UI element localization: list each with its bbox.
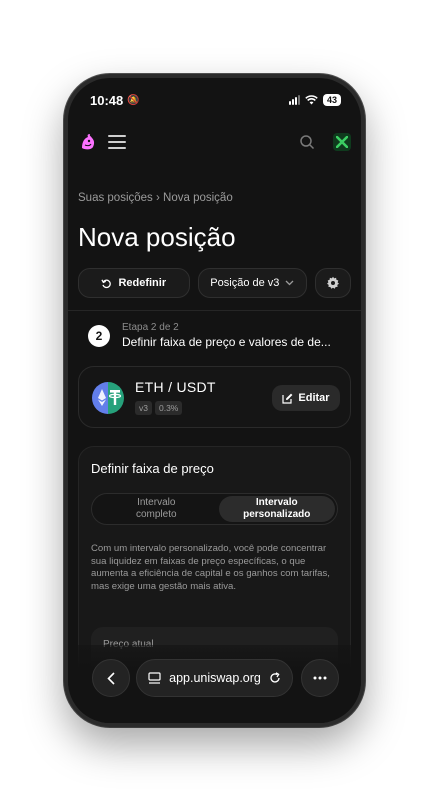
reload-icon[interactable] (269, 672, 281, 684)
avatar-icon (336, 136, 348, 148)
step-text: Etapa 2 de 2 Definir faixa de preço e va… (122, 322, 336, 349)
browser-bottom-bar: app.uniswap.org (68, 645, 361, 723)
gear-icon (327, 276, 340, 289)
full-range-option[interactable]: Intervalo completo (94, 496, 219, 522)
top-nav (78, 130, 351, 154)
battery-icon: 43 (322, 94, 341, 106)
breadcrumb-separator: › (156, 192, 160, 204)
range-mode-toggle: Intervalo completo Intervalo personaliza… (91, 493, 338, 525)
step-label: Etapa 2 de 2 (122, 322, 179, 333)
custom-range-option[interactable]: Intervalo personalizado (218, 496, 335, 522)
status-time: 10:48 (90, 92, 124, 108)
range-description: Com um intervalo personalizado, você pod… (91, 543, 330, 592)
page-title: Nova posição (78, 222, 236, 252)
reset-icon (101, 279, 112, 288)
nav-right (299, 133, 351, 151)
uniswap-logo-icon[interactable] (78, 132, 98, 152)
nav-left (78, 132, 126, 152)
tab-icon (148, 672, 161, 684)
settings-button[interactable] (315, 268, 351, 298)
stage: 10:48 🔕 43 Suas posições › Nova posição … (0, 0, 428, 808)
url-text: app.uniswap.org (169, 671, 261, 685)
breadcrumb-current: Nova posição (163, 192, 233, 204)
reset-button[interactable]: Redefinir (78, 268, 190, 298)
eth-usdt-token-icon (92, 382, 124, 414)
divider (68, 310, 361, 311)
breadcrumb: Suas posições › Nova posição (78, 192, 233, 204)
action-bar: Redefinir Posição de v3 (78, 268, 351, 298)
hamburger-menu-icon[interactable] (108, 135, 126, 149)
search-icon[interactable] (299, 134, 315, 150)
phone-frame: 10:48 🔕 43 Suas posições › Nova posição … (64, 74, 365, 727)
chevron-down-icon (285, 280, 294, 286)
breadcrumb-parent[interactable]: Suas posições (78, 192, 153, 204)
version-badge: v3 (135, 401, 152, 415)
fee-badge: 0.3% (154, 401, 183, 415)
pair-badges: v3 0.3% (135, 401, 183, 415)
edit-button[interactable]: Editar (272, 385, 340, 411)
version-label: Posição de v3 (210, 277, 280, 289)
step-title: Definir faixa de preço e valores de de..… (122, 335, 331, 349)
url-bar[interactable]: app.uniswap.org (136, 659, 293, 697)
step-number: 2 (88, 324, 110, 347)
status-left: 10:48 🔕 (90, 93, 140, 108)
pair-name: ETH / USDT (135, 379, 216, 395)
status-bar: 10:48 🔕 43 (90, 92, 341, 108)
phone-screen: 10:48 🔕 43 Suas posições › Nova posição … (68, 78, 361, 723)
more-button[interactable] (301, 659, 339, 697)
silent-bell-icon: 🔕 (127, 94, 140, 106)
reset-label: Redefinir (118, 277, 167, 289)
more-icon (313, 676, 327, 680)
edit-icon (282, 393, 293, 404)
range-title: Definir faixa de preço (91, 461, 214, 476)
wifi-icon (305, 95, 318, 105)
avatar[interactable] (333, 133, 351, 151)
step-indicator: 2 Etapa 2 de 2 Definir faixa de preço e … (88, 322, 351, 349)
status-right: 43 (288, 94, 341, 106)
back-button[interactable] (92, 659, 130, 697)
chevron-left-icon (107, 671, 115, 685)
token-pair-card: ETH / USDT v3 0.3% Editar (78, 366, 351, 428)
edit-label: Editar (298, 392, 330, 404)
signal-icon (288, 95, 300, 105)
version-dropdown[interactable]: Posição de v3 (197, 268, 308, 298)
